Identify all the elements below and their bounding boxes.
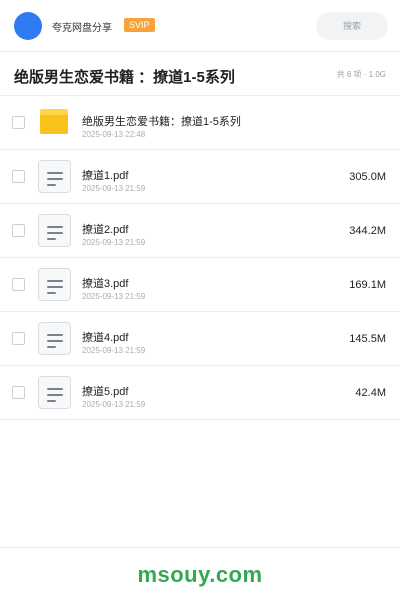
top-bar: 夸克网盘分享 SVIP 搜索 (0, 0, 400, 52)
file-size: 344.2M (349, 225, 386, 237)
select-checkbox[interactable] (12, 224, 25, 237)
file-name: 撩道3.pdf (82, 278, 129, 290)
search-input[interactable]: 搜索 (316, 12, 388, 40)
file-date: 2025-09-13 21:59 (82, 292, 146, 301)
svip-badge: SVIP (124, 18, 155, 32)
file-list: 绝版男生恋爱书籍：撩道1-5系列 2025-09-13 22:48 撩道1.pd… (0, 96, 400, 420)
file-name: 撩道2.pdf (82, 224, 129, 236)
file-size: 305.0M (349, 171, 386, 183)
file-date: 2025-09-13 21:59 (82, 238, 146, 247)
file-date: 2025-09-13 21:59 (82, 184, 146, 193)
document-icon (38, 160, 71, 193)
folder-summary: 共 6 项 · 1.0G (336, 70, 386, 79)
file-size: 42.4M (355, 387, 386, 399)
folder-icon (38, 106, 71, 139)
list-item[interactable]: 撩道4.pdf 2025-09-13 21:59 145.5M (0, 312, 400, 366)
document-icon (38, 268, 71, 301)
select-checkbox[interactable] (12, 116, 25, 129)
file-date: 2025-09-13 21:59 (82, 400, 146, 409)
page-title: 绝版男生恋爱书籍 ：撩道1-5系列 (14, 69, 235, 86)
document-icon (38, 376, 71, 409)
app-title: 夸克网盘分享 (52, 23, 112, 34)
file-name: 撩道1.pdf (82, 170, 129, 182)
file-name: 撩道5.pdf (82, 386, 129, 398)
list-item[interactable]: 撩道5.pdf 2025-09-13 21:59 42.4M (0, 366, 400, 420)
list-item[interactable]: 撩道2.pdf 2025-09-13 21:59 344.2M (0, 204, 400, 258)
file-date: 2025-09-13 22:48 (82, 130, 146, 139)
file-size: 145.5M (349, 333, 386, 345)
avatar[interactable] (14, 12, 42, 40)
select-checkbox[interactable] (12, 170, 25, 183)
list-item[interactable]: 撩道3.pdf 2025-09-13 21:59 169.1M (0, 258, 400, 312)
document-icon (38, 214, 71, 247)
file-size: 169.1M (349, 279, 386, 291)
select-checkbox[interactable] (12, 278, 25, 291)
document-icon (38, 322, 71, 355)
watermark: msouy.com (137, 562, 263, 587)
list-item-folder[interactable]: 绝版男生恋爱书籍：撩道1-5系列 2025-09-13 22:48 (0, 96, 400, 150)
select-checkbox[interactable] (12, 386, 25, 399)
folder-header: 绝版男生恋爱书籍 ：撩道1-5系列 共 6 项 · 1.0G (0, 52, 400, 96)
file-name: 绝版男生恋爱书籍：撩道1-5系列 (82, 116, 241, 128)
list-item[interactable]: 撩道1.pdf 2025-09-13 21:59 305.0M (0, 150, 400, 204)
divider (0, 547, 400, 548)
file-name: 撩道4.pdf (82, 332, 129, 344)
select-checkbox[interactable] (12, 332, 25, 345)
file-date: 2025-09-13 21:59 (82, 346, 146, 355)
